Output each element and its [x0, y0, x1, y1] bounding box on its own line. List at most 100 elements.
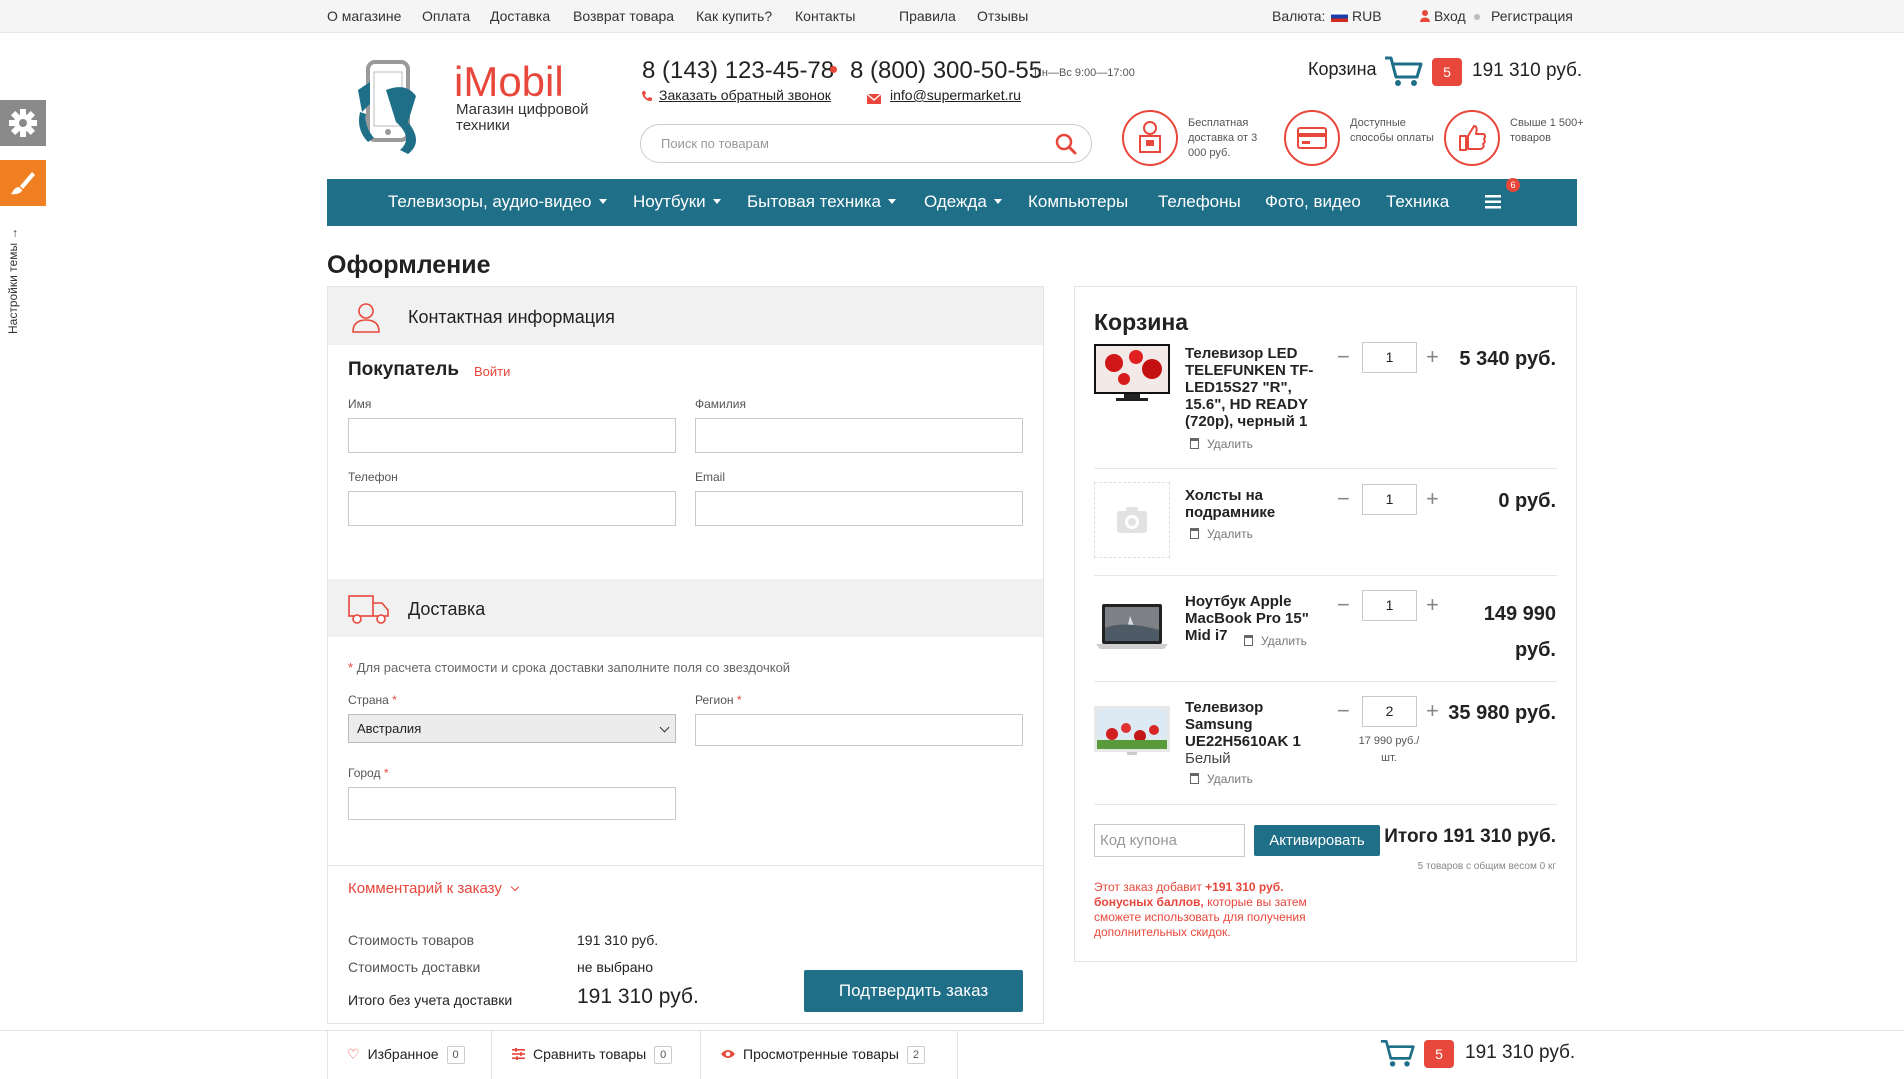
phone-primary[interactable]: 8 (143) 123-45-78 — [642, 57, 834, 85]
divider — [327, 1031, 328, 1079]
last-name-input[interactable] — [695, 418, 1023, 453]
feature-text: Свыше 1 500+ товаров — [1510, 117, 1584, 144]
cart-item-name[interactable]: Телевизор Samsung UE22H5610AK 1 — [1185, 699, 1315, 750]
product-thumbnail-tv[interactable] — [1094, 341, 1170, 417]
currency-selector[interactable]: RUB — [1331, 8, 1382, 24]
increase-qty-button[interactable]: + — [1426, 594, 1439, 616]
phone-label: Телефон — [348, 470, 398, 484]
nav-item-laptops[interactable]: Ноутбуки — [633, 192, 721, 212]
delivery-man-icon — [1122, 110, 1178, 166]
hamburger-menu-icon[interactable] — [1485, 194, 1501, 214]
product-thumbnail-placeholder[interactable] — [1094, 482, 1170, 558]
trash-icon — [1190, 528, 1199, 539]
phone-secondary[interactable]: 8 (800) 300-50-55 — [850, 57, 1042, 85]
email-input[interactable] — [695, 491, 1023, 526]
heart-icon: ♡ — [347, 1046, 360, 1062]
topnav-link-returns[interactable]: Возврат товара — [573, 8, 674, 24]
topnav-link-payment[interactable]: Оплата — [422, 8, 470, 24]
header-cart-label[interactable]: Корзина — [1308, 59, 1377, 80]
phone-input[interactable] — [348, 491, 676, 526]
nav-item-label: Телевизоры, аудио-видео — [388, 192, 592, 211]
cart-icon[interactable] — [1384, 55, 1424, 92]
settings-button[interactable] — [0, 100, 46, 146]
topnav-link-how-to-buy[interactable]: Как купить? — [696, 8, 772, 24]
increase-qty-button[interactable]: + — [1426, 488, 1439, 510]
confirm-order-button[interactable]: Подтвердить заказ — [804, 970, 1023, 1012]
top-bar: О магазине Оплата Доставка Возврат товар… — [0, 0, 1904, 33]
user-icon — [1420, 9, 1430, 25]
mail-icon — [866, 91, 882, 109]
activate-coupon-button[interactable]: Активировать — [1254, 825, 1380, 856]
viewed-label: Просмотренные товары — [743, 1046, 899, 1062]
gear-icon — [9, 109, 37, 137]
country-select[interactable]: Австралия — [348, 714, 676, 743]
brand-name[interactable]: iMobil — [454, 58, 564, 106]
coupon-input[interactable]: Код купона — [1094, 824, 1245, 857]
nav-item-computers[interactable]: Компьютеры — [1028, 192, 1128, 212]
favorites-count: 0 — [446, 1046, 465, 1064]
topnav-link-delivery[interactable]: Доставка — [490, 8, 550, 24]
increase-qty-button[interactable]: + — [1426, 346, 1439, 368]
nav-item-photo-video[interactable]: Фото, видео — [1265, 192, 1361, 212]
topnav-link-contacts[interactable]: Контакты — [795, 8, 855, 24]
quantity-input[interactable]: 2 — [1362, 696, 1417, 727]
quantity-input[interactable]: 1 — [1362, 590, 1417, 621]
product-thumbnail-laptop[interactable] — [1094, 588, 1170, 664]
increase-qty-button[interactable]: + — [1426, 700, 1439, 722]
nav-item-appliances[interactable]: Бытовая техника — [747, 192, 896, 212]
decrease-qty-button[interactable]: − — [1337, 488, 1350, 510]
unit-price: 17 990 руб./ шт. — [1358, 735, 1420, 764]
register-link[interactable]: Регистрация — [1491, 8, 1573, 24]
delete-item-button[interactable]: Удалить — [1190, 437, 1253, 451]
footer-cart-total: 191 310 руб. — [1465, 1042, 1576, 1063]
quantity-input[interactable]: 1 — [1362, 342, 1417, 373]
login-link[interactable]: Вход — [1434, 8, 1466, 24]
login-link-checkout[interactable]: Войти — [474, 364, 510, 379]
theme-brush-button[interactable] — [0, 160, 46, 206]
region-input[interactable] — [695, 714, 1023, 746]
compare-button[interactable]: Сравнить товары 0 — [512, 1046, 673, 1064]
city-input[interactable] — [348, 787, 676, 820]
working-hours: Пн—Вс 9:00—17:00 — [1034, 67, 1135, 79]
cart-item-name[interactable]: Телевизор LED TELEFUNKEN TF-LED15S27 "R"… — [1185, 345, 1315, 430]
quantity-input[interactable]: 1 — [1362, 484, 1417, 515]
required-asterisk: * — [348, 660, 354, 675]
nav-item-tv-audio[interactable]: Телевизоры, аудио-видео — [388, 192, 607, 212]
callback-link[interactable]: Заказать обратный звонок — [659, 87, 831, 103]
weight-note: 5 товаров с общим весом 0 кг — [1417, 861, 1556, 872]
delete-item-button[interactable]: Удалить — [1190, 527, 1253, 541]
nav-item-tech[interactable]: Техника — [1386, 192, 1449, 212]
nav-item-clothing[interactable]: Одежда — [924, 192, 1002, 212]
topnav-link-reviews[interactable]: Отзывы — [977, 8, 1028, 24]
divider — [1094, 804, 1557, 805]
footer-cart-count-badge: 5 — [1424, 1040, 1454, 1068]
decrease-qty-button[interactable]: − — [1337, 346, 1350, 368]
footer-cart-icon[interactable] — [1380, 1038, 1416, 1073]
email-link[interactable]: info@supermarket.ru — [890, 87, 1021, 103]
favorites-button[interactable]: ♡ Избранное 0 — [347, 1046, 465, 1064]
topnav-link-rules[interactable]: Правила — [899, 8, 956, 24]
delivery-section-header: Доставка — [328, 579, 1043, 637]
delivery-note: * Для расчета стоимости и срока доставки… — [348, 660, 790, 675]
country-label: Страна * — [348, 693, 397, 707]
theme-settings-label[interactable]: Настройки темы → — [6, 228, 20, 334]
first-name-input[interactable] — [348, 418, 676, 453]
delete-item-button[interactable]: Удалить — [1190, 772, 1253, 786]
topnav-link-about[interactable]: О магазине — [327, 8, 401, 24]
search-box[interactable]: Поиск по товарам — [640, 124, 1092, 163]
product-thumbnail-tv-samsung[interactable] — [1094, 694, 1170, 770]
trash-icon — [1244, 635, 1253, 646]
delivery-note-text: Для расчета стоимости и срока доставки з… — [356, 660, 791, 675]
delivery-section-title: Доставка — [408, 599, 486, 619]
checkout-form-panel: Контактная информация Покупатель Войти И… — [327, 286, 1044, 1024]
cart-item-price: 35 980 руб. — [1448, 702, 1556, 724]
search-icon[interactable] — [1055, 133, 1077, 155]
decrease-qty-button[interactable]: − — [1337, 594, 1350, 616]
decrease-qty-button[interactable]: − — [1337, 700, 1350, 722]
cart-item-name[interactable]: Холсты на подрамнике — [1185, 487, 1315, 521]
bottom-bar — [0, 1030, 1904, 1079]
viewed-products-button[interactable]: Просмотренные товары 2 — [721, 1046, 925, 1064]
delete-item-button[interactable]: Удалить — [1244, 634, 1307, 648]
nav-item-phones[interactable]: Телефоны — [1158, 192, 1241, 212]
comment-toggle[interactable]: Комментарий к заказу — [348, 880, 520, 897]
